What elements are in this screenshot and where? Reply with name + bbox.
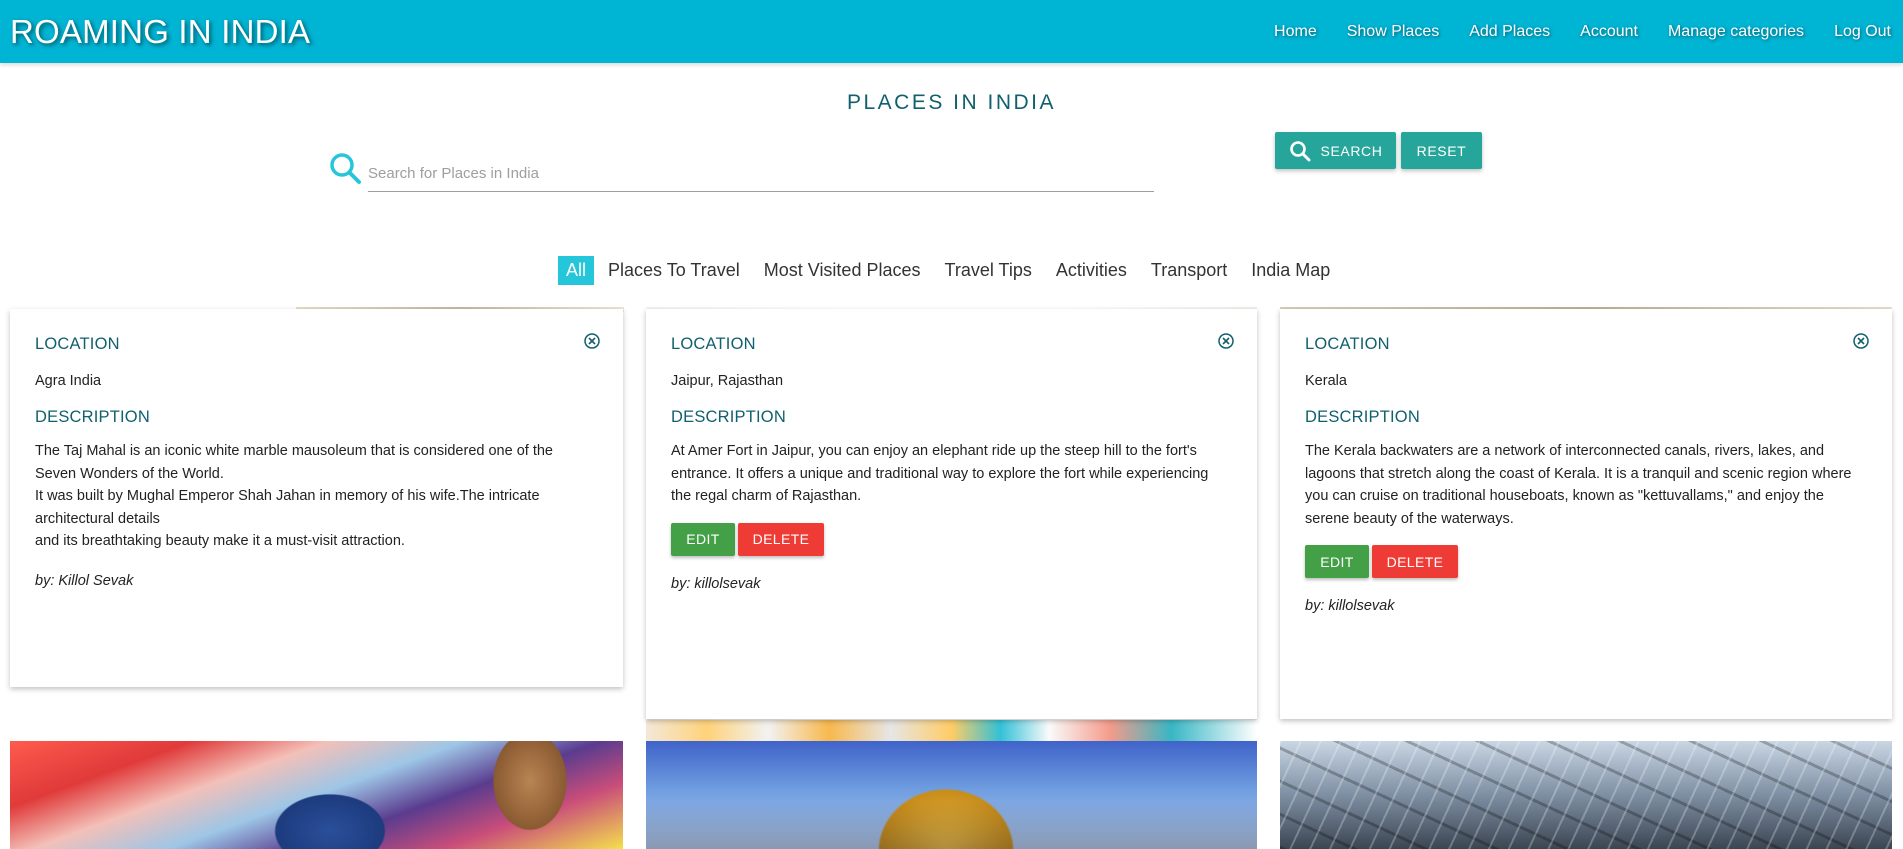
top-navbar: ROAMING IN INDIA Home Show Places Add Pl… [0,0,1903,63]
nav-show-places[interactable]: Show Places [1347,23,1440,41]
card-actions: EDIT DELETE [671,522,1232,556]
description-text: The Kerala backwaters are a network of i… [1305,440,1867,530]
location-value: Agra India [35,373,102,389]
tab-transport[interactable]: Transport [1151,256,1227,285]
tab-india-map[interactable]: India Map [1251,256,1330,285]
author-text: by: killolsevak [1305,598,1395,614]
nav-account[interactable]: Account [1580,23,1638,41]
place-image-temple[interactable] [646,741,1257,849]
description-text: The Taj Mahal is an iconic white marble … [35,440,598,553]
edit-button[interactable]: EDIT [1305,545,1369,578]
description-line: At Amer Fort in Jaipur, you can enjoy an… [671,443,1209,504]
description-line: and its breathtaking beauty make it a mu… [35,533,405,549]
close-circle-icon[interactable] [583,332,601,350]
search-icon [330,153,361,184]
delete-button[interactable]: DELETE [738,522,824,556]
card-actions: EDIT DELETE [1305,545,1867,578]
tab-activities[interactable]: Activities [1056,256,1127,285]
location-value: Jaipur, Rajasthan [671,373,784,389]
location-label: LOCATION [1305,335,1390,353]
place-card-kerala: LOCATION Kerala DESCRIPTION The Kerala b… [1280,309,1892,719]
place-card-agra: LOCATION Agra India DESCRIPTION The Taj … [10,309,623,687]
tab-places-to-travel[interactable]: Places To Travel [608,256,740,285]
place-card-jaipur: LOCATION Jaipur, Rajasthan DESCRIPTION A… [646,309,1257,719]
place-image-camel-fair[interactable] [10,741,623,849]
card-background-image-strip [646,720,1257,742]
description-line: The Kerala backwaters are a network of i… [1305,443,1852,527]
edit-button[interactable]: EDIT [671,522,735,556]
reset-button[interactable]: RESET [1401,132,1482,169]
search-button-label: SEARCH [1320,142,1383,159]
close-circle-icon[interactable] [1852,332,1870,350]
nav-add-places[interactable]: Add Places [1469,23,1550,41]
author-text: by: killolsevak [671,575,761,592]
nav-manage-categories[interactable]: Manage categories [1668,23,1804,41]
tab-travel-tips[interactable]: Travel Tips [945,256,1032,285]
location-label: LOCATION [671,335,756,353]
description-label: DESCRIPTION [671,408,786,426]
nav-log-out[interactable]: Log Out [1834,23,1891,41]
search-input[interactable] [368,156,1154,192]
search-icon [1289,140,1311,161]
nav-links: Home Show Places Add Places Account Mana… [1244,23,1891,41]
delete-button[interactable]: DELETE [1372,545,1458,578]
search-button[interactable]: SEARCH [1275,132,1396,169]
description-text: At Amer Fort in Jaipur, you can enjoy an… [671,440,1232,508]
description-line: It was built by Mughal Emperor Shah Jaha… [35,488,540,527]
location-label: LOCATION [35,335,120,353]
description-label: DESCRIPTION [35,408,150,426]
nav-home[interactable]: Home [1274,23,1317,41]
close-circle-icon[interactable] [1217,332,1235,350]
author-text: by: Killol Sevak [35,572,134,589]
location-value: Kerala [1305,373,1347,389]
description-label: DESCRIPTION [1305,408,1420,426]
brand-logo[interactable]: ROAMING IN INDIA [10,13,310,51]
tab-all[interactable]: All [558,256,595,285]
place-image-railway-station[interactable] [1280,741,1892,849]
description-line: The Taj Mahal is an iconic white marble … [35,443,553,482]
tab-most-visited-places[interactable]: Most Visited Places [764,256,921,285]
category-tabs: All Places To Travel Most Visited Places… [558,256,1354,285]
page-title: PLACES IN INDIA [846,91,1057,114]
